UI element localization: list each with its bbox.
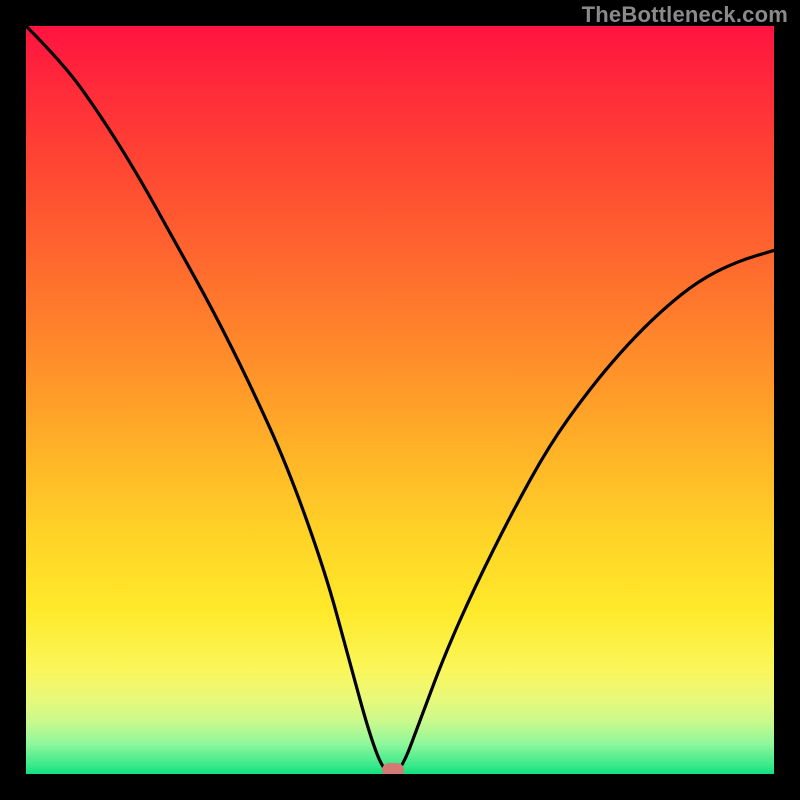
bottleneck-curve xyxy=(26,26,774,774)
optimal-point-marker xyxy=(382,763,404,774)
plot-area xyxy=(26,26,774,774)
chart-frame: TheBottleneck.com xyxy=(0,0,800,800)
watermark-text: TheBottleneck.com xyxy=(582,2,788,28)
